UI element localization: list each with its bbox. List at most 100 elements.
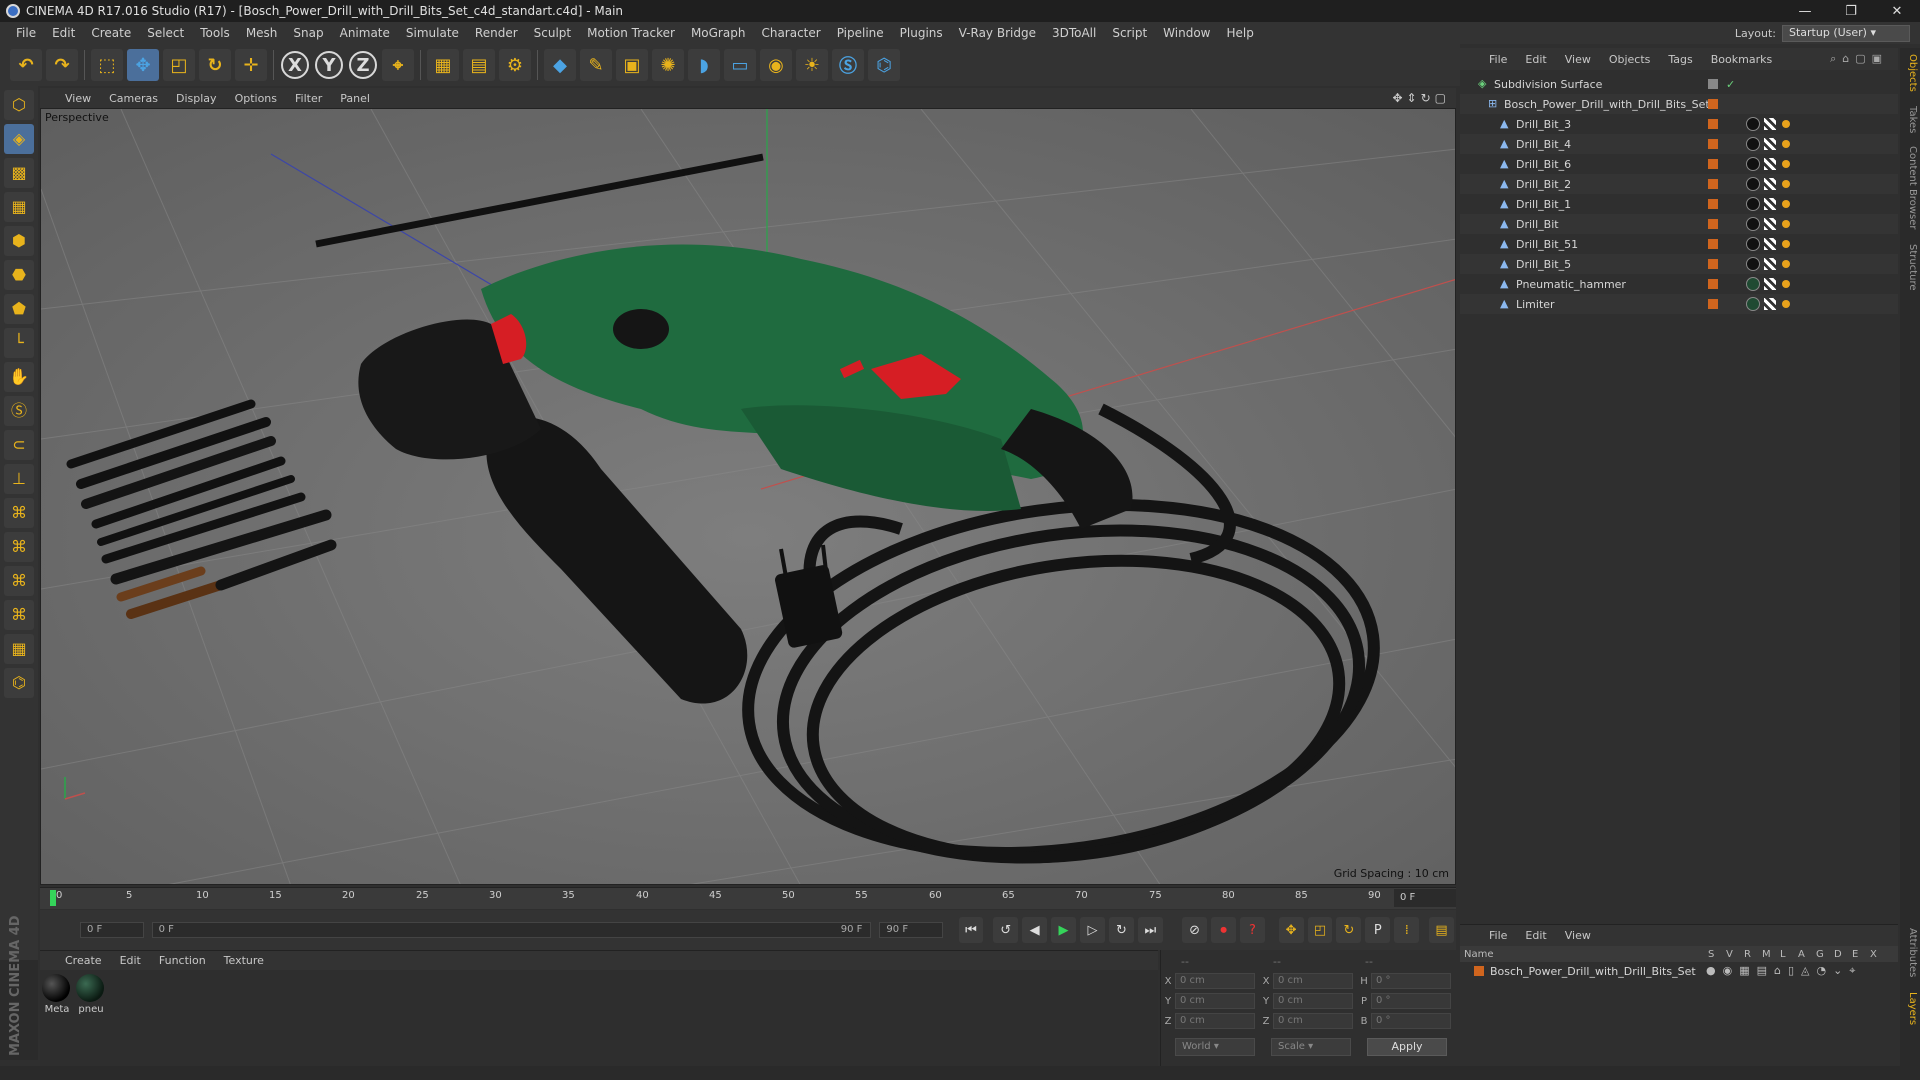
menu-mesh[interactable]: Mesh — [238, 26, 286, 40]
phong-tag-icon[interactable] — [1782, 220, 1790, 228]
uvw-tag-icon[interactable] — [1764, 118, 1776, 130]
phong-tag-icon[interactable] — [1782, 160, 1790, 168]
tree-row-drill-set[interactable]: ⊞ Bosch_Power_Drill_with_Drill_Bits_Set — [1460, 94, 1898, 114]
phong-tag-icon[interactable] — [1782, 140, 1790, 148]
tree-row-drill-bit-4[interactable]: ▲ Drill_Bit_4 — [1460, 134, 1898, 154]
object-menu-edit[interactable]: Edit — [1516, 53, 1555, 66]
points-mode-icon[interactable]: ⬢ — [4, 226, 34, 256]
rotation-h-field[interactable]: 0 ° — [1371, 973, 1451, 989]
play-forward-icon[interactable]: ▶ — [1051, 917, 1076, 943]
object-menu-objects[interactable]: Objects — [1600, 53, 1660, 66]
transform-tool-icon[interactable]: ✛ — [235, 49, 267, 81]
material-tag-icon[interactable] — [1746, 277, 1760, 291]
material-tag-icon[interactable] — [1746, 257, 1760, 271]
layer-row[interactable]: Bosch_Power_Drill_with_Drill_Bits_Set ●◉… — [1460, 962, 1898, 980]
tree-row-pneumatic-hammer[interactable]: ▲ Pneumatic_hammer — [1460, 274, 1898, 294]
camera-icon[interactable]: ◉ — [760, 49, 792, 81]
close-button[interactable]: ✕ — [1874, 4, 1920, 19]
menu-motion-tracker[interactable]: Motion Tracker — [579, 26, 683, 40]
previous-key-icon[interactable]: ↺ — [993, 917, 1019, 943]
size-mode-dropdown[interactable]: Scale ▾ — [1271, 1038, 1351, 1056]
python-generator-icon[interactable]: ⌬ — [4, 668, 34, 698]
material-tag-icon[interactable] — [1746, 177, 1760, 191]
end-frame-field[interactable]: 90 F — [879, 922, 944, 938]
polygons-mode-icon[interactable]: ⬟ — [4, 294, 34, 324]
menu-file[interactable]: File — [8, 26, 44, 40]
undo-button[interactable]: ↶ — [10, 49, 42, 81]
uvw-tag-icon[interactable] — [1764, 178, 1776, 190]
menu-window[interactable]: Window — [1155, 26, 1218, 40]
menu-create[interactable]: Create — [83, 26, 139, 40]
uvw-tag-icon[interactable] — [1764, 258, 1776, 270]
material-tag-icon[interactable] — [1746, 297, 1760, 311]
rotation-p-field[interactable]: 0 ° — [1371, 993, 1451, 1009]
object-menu-tags[interactable]: Tags — [1659, 53, 1701, 66]
menu-edit[interactable]: Edit — [44, 26, 83, 40]
menu-tools[interactable]: Tools — [192, 26, 238, 40]
layer-menu-edit[interactable]: Edit — [1516, 929, 1555, 942]
uvw-tag-icon[interactable] — [1764, 158, 1776, 170]
viewport-navigation-icons[interactable]: ✥⇕↻▢ — [1392, 91, 1450, 105]
lock-workplane-icon[interactable]: ⌘ — [4, 532, 34, 562]
timeline-ruler[interactable]: 0 5 10 15 20 25 30 35 40 45 50 55 60 65 … — [40, 887, 1456, 909]
side-tab-layers[interactable]: Layers — [1902, 992, 1918, 1025]
rotate-tool-icon[interactable]: ↻ — [199, 49, 231, 81]
tree-row-limiter[interactable]: ▲ Limiter — [1460, 294, 1898, 314]
object-menu-view[interactable]: View — [1556, 53, 1600, 66]
make-editable-icon[interactable]: ⬡ — [4, 90, 34, 120]
menu-mograph[interactable]: MoGraph — [683, 26, 754, 40]
material-tag-icon[interactable] — [1746, 117, 1760, 131]
position-y-field[interactable]: 0 cm — [1175, 993, 1255, 1009]
menu-3dtoall[interactable]: 3DToAll — [1044, 26, 1104, 40]
snap-icon[interactable]: Ⓢ — [4, 396, 34, 426]
frame-range-slider[interactable]: 0 F 90 F — [151, 922, 872, 938]
light-icon[interactable]: ☀ — [796, 49, 828, 81]
material-tag-icon[interactable] — [1746, 157, 1760, 171]
layer-menu-file[interactable]: File — [1480, 929, 1516, 942]
menu-vray-bridge[interactable]: V-Ray Bridge — [951, 26, 1044, 40]
tree-row-drill-bit-1[interactable]: ▲ Drill_Bit_1 — [1460, 194, 1898, 214]
object-menu-bookmarks[interactable]: Bookmarks — [1702, 53, 1781, 66]
move-tool-icon[interactable]: ✥ — [127, 49, 159, 81]
phong-tag-icon[interactable] — [1782, 300, 1790, 308]
material-menu-edit[interactable]: Edit — [111, 954, 150, 967]
position-x-field[interactable]: 0 cm — [1175, 973, 1255, 989]
perspective-viewport[interactable]: Perspective Grid Spacing : 10 cm — [40, 108, 1456, 885]
phong-tag-icon[interactable] — [1782, 240, 1790, 248]
xray-icon[interactable]: ⌘ — [4, 498, 34, 528]
tree-row-drill-bit[interactable]: ▲ Drill_Bit — [1460, 214, 1898, 234]
render-picture-viewer-icon[interactable]: ▤ — [463, 49, 495, 81]
goto-start-icon[interactable]: ⏮ — [958, 917, 984, 943]
python-icon[interactable]: ⌬ — [868, 49, 900, 81]
uvw-tag-icon[interactable] — [1764, 278, 1776, 290]
viewport-menu-filter[interactable]: Filter — [286, 92, 331, 105]
goto-end-icon[interactable]: ⏭ — [1137, 917, 1163, 943]
cube-primitive-icon[interactable]: ◆ — [544, 49, 576, 81]
phong-tag-icon[interactable] — [1782, 180, 1790, 188]
menu-character[interactable]: Character — [753, 26, 828, 40]
tweak-mode-icon[interactable]: ✋ — [4, 362, 34, 392]
timeline-window-icon[interactable]: ▤ — [1429, 917, 1454, 943]
uvw-tag-icon[interactable] — [1764, 218, 1776, 230]
viewport-menu-display[interactable]: Display — [167, 92, 226, 105]
tree-row-drill-bit-51[interactable]: ▲ Drill_Bit_51 — [1460, 234, 1898, 254]
live-selection-icon[interactable]: ⬚ — [91, 49, 123, 81]
material-swatch[interactable]: pneu — [76, 974, 106, 1015]
enabled-check-icon[interactable]: ✓ — [1726, 78, 1735, 91]
magnet-icon[interactable]: ⊂ — [4, 430, 34, 460]
menu-simulate[interactable]: Simulate — [398, 26, 467, 40]
viewport-menu-view[interactable]: View — [56, 92, 100, 105]
y-axis-lock-button[interactable]: Y — [315, 51, 343, 79]
menu-snap[interactable]: Snap — [285, 26, 331, 40]
next-frame-icon[interactable]: ▷ — [1080, 917, 1105, 943]
material-tag-icon[interactable] — [1746, 217, 1760, 231]
menu-animate[interactable]: Animate — [332, 26, 398, 40]
menu-script[interactable]: Script — [1104, 26, 1155, 40]
menu-sculpt[interactable]: Sculpt — [526, 26, 579, 40]
x-axis-lock-button[interactable]: X — [281, 51, 309, 79]
side-tab-takes[interactable]: Takes — [1902, 106, 1918, 133]
viewport-menu-options[interactable]: Options — [226, 92, 286, 105]
phong-tag-icon[interactable] — [1782, 200, 1790, 208]
key-position-icon[interactable]: ✥ — [1278, 917, 1304, 943]
rotation-b-field[interactable]: 0 ° — [1371, 1013, 1451, 1029]
